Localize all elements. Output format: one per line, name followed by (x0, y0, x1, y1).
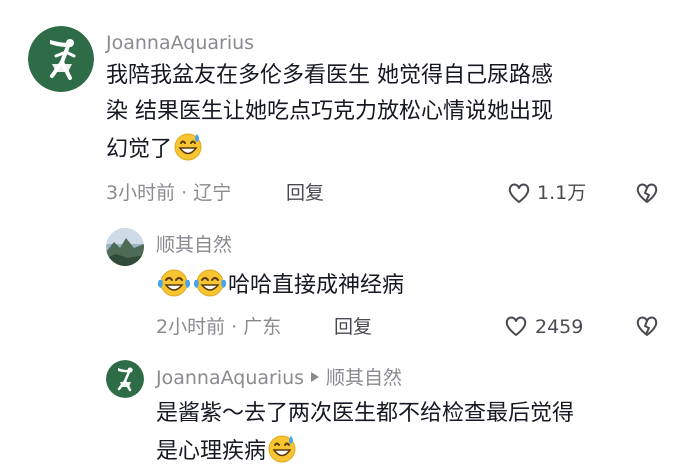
avatar-image (106, 360, 144, 398)
sweat-smile-emoji (172, 130, 204, 174)
avatar-image (106, 228, 144, 266)
like-button[interactable] (503, 313, 529, 339)
comment-text: 我陪我盆友在多伦多看医生 她觉得自己尿路感 染 结果医生让她吃点巧克力放松心情说… (106, 58, 553, 174)
dislike-button[interactable] (634, 180, 660, 206)
like-count: 2459 (535, 316, 584, 338)
avatar-image (28, 26, 94, 92)
comment-username-row: JoannaAquarius 顺其自然 (156, 366, 402, 389)
comment-timestamp: 3小时前 · 辽宁 (106, 182, 232, 204)
broken-heart-icon (636, 183, 658, 203)
comment-username[interactable]: JoannaAquarius (106, 32, 254, 54)
tears-of-joy-emoji (192, 268, 228, 310)
comment-text: 是酱紫～去了两次医生都不给检查最后觉得 是心理疾病 (156, 396, 574, 476)
comment-text-segment: 哈哈直接成神经病 (228, 273, 405, 298)
avatar[interactable] (106, 360, 144, 398)
tears-of-joy-emoji (156, 268, 192, 310)
reply-to-username[interactable]: 顺其自然 (326, 367, 402, 389)
broken-heart-icon (636, 316, 658, 336)
comment-text-line: 是心理疾病 (156, 432, 574, 476)
heart-outline-icon (505, 316, 527, 336)
comment-text-line: 幻觉了 (106, 130, 553, 174)
comment-username[interactable]: JoannaAquarius (156, 367, 304, 389)
comment-text-line: 我陪我盆友在多伦多看医生 她觉得自己尿路感 (106, 63, 553, 88)
heart-outline-icon (508, 183, 530, 203)
like-count: 1.1万 (537, 182, 587, 204)
comment-text-segment: 是心理疾病 (156, 439, 267, 464)
comment-text: 哈哈直接成神经病 (156, 268, 404, 310)
dislike-button[interactable] (634, 313, 660, 339)
reply-button[interactable]: 回复 (286, 182, 324, 204)
reply-button[interactable]: 回复 (334, 316, 372, 338)
avatar[interactable] (106, 228, 144, 266)
comment-username[interactable]: 顺其自然 (156, 234, 232, 256)
avatar[interactable] (28, 26, 94, 92)
sweat-smile-emoji (266, 432, 298, 476)
comment-text-segment: 幻觉了 (106, 137, 173, 162)
comment-text-line: 是酱紫～去了两次医生都不给检查最后觉得 (156, 401, 575, 426)
comment-timestamp: 2小时前 · 广东 (156, 316, 282, 338)
comment-text-line: 染 结果医生让她吃点巧克力放松心情说她出现 (106, 99, 553, 124)
like-button[interactable] (506, 180, 532, 206)
triangle-right-icon (310, 366, 320, 388)
